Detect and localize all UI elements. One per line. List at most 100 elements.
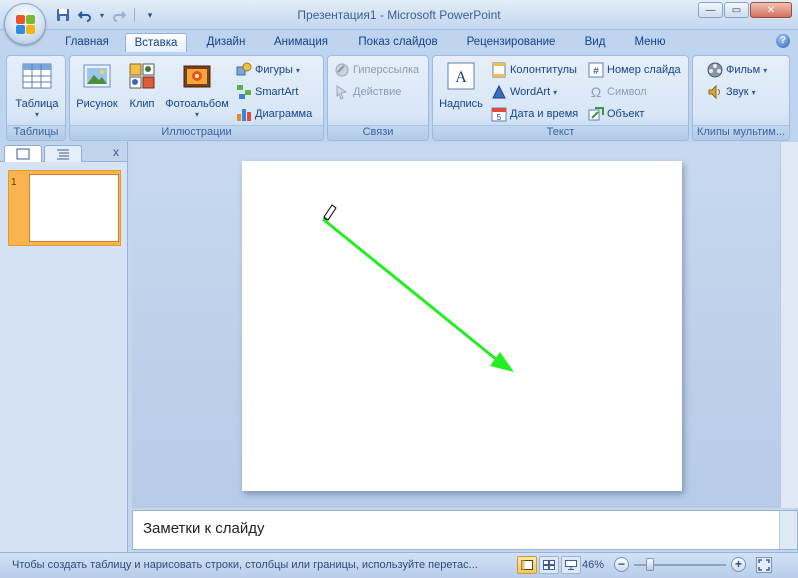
- close-panel-icon[interactable]: x: [113, 145, 119, 159]
- window-title: Презентация1 - Microsoft PowerPoint: [297, 8, 501, 22]
- clip-label: Клип: [129, 98, 155, 110]
- slide-number-icon: #: [588, 62, 604, 78]
- help-icon[interactable]: ?: [776, 34, 790, 48]
- zoom-in-button[interactable]: +: [731, 557, 746, 572]
- clipart-icon: [129, 63, 155, 89]
- slide-number-label: Номер слайда: [607, 64, 681, 76]
- slide-number-button[interactable]: # Номер слайда: [588, 61, 681, 79]
- zoom-slider-thumb[interactable]: [646, 558, 654, 571]
- wordart-button[interactable]: WordArt ▾: [491, 83, 557, 101]
- tab-menu[interactable]: Меню: [626, 33, 674, 52]
- datetime-button[interactable]: 5 Дата и время: [491, 105, 578, 123]
- view-buttons: [517, 556, 581, 574]
- fit-to-window-icon: [758, 559, 770, 571]
- photo-album-button[interactable]: Фотоальбом ▾: [162, 60, 232, 119]
- window-controls: — ▭ ✕: [698, 2, 792, 18]
- smartart-label: SmartArt: [255, 86, 299, 98]
- tab-insert[interactable]: Вставка: [125, 33, 187, 53]
- svg-text:5: 5: [497, 113, 502, 122]
- textbox-label: Надпись: [439, 98, 483, 110]
- chevron-down-icon: ▾: [34, 110, 39, 119]
- notes-scrollbar[interactable]: [779, 511, 797, 549]
- textbox-button[interactable]: A Надпись: [436, 60, 486, 110]
- action-button[interactable]: Действие: [334, 83, 401, 101]
- slide-drawing: [322, 204, 514, 372]
- group-links-label: Связи: [328, 125, 428, 140]
- slide-thumbnail-selected[interactable]: 1: [8, 170, 121, 246]
- drawn-arrow-head: [490, 352, 514, 372]
- status-bar: Чтобы создать таблицу и нарисовать строк…: [0, 552, 798, 578]
- slideshow-button[interactable]: [561, 556, 581, 574]
- status-text: Чтобы создать таблицу и нарисовать строк…: [12, 559, 478, 571]
- shapes-icon: [236, 62, 252, 76]
- tab-slides[interactable]: [4, 145, 42, 162]
- header-footer-label: Колонтитулы: [510, 64, 577, 76]
- speaker-icon: [708, 84, 720, 100]
- table-button[interactable]: Таблица ▾: [9, 60, 65, 119]
- chart-icon: [237, 109, 251, 121]
- normal-view-icon: [521, 560, 533, 570]
- object-icon: [588, 107, 604, 121]
- drawn-arrow-line[interactable]: [322, 218, 504, 366]
- ribbon-tabs: Главная Вставка Дизайн Анимация Показ сл…: [0, 30, 798, 53]
- datetime-label: Дата и время: [510, 108, 579, 120]
- notes-placeholder[interactable]: Заметки к слайду: [143, 520, 265, 537]
- vertical-scrollbar[interactable]: [780, 142, 798, 508]
- chart-button[interactable]: Диаграмма: [236, 105, 312, 123]
- group-tables-label: Таблицы: [7, 125, 65, 140]
- tab-slideshow[interactable]: Показ слайдов: [350, 33, 446, 52]
- picture-button[interactable]: Рисунок: [72, 60, 122, 110]
- photo-album-icon: [183, 65, 211, 88]
- hyperlink-button[interactable]: Гиперссылка: [334, 61, 419, 79]
- tab-animation[interactable]: Анимация: [265, 33, 337, 52]
- normal-view-button[interactable]: [517, 556, 537, 574]
- group-media-label: Клипы мультим...: [693, 125, 789, 140]
- svg-text:#: #: [593, 66, 599, 77]
- chevron-down-icon: ▾: [763, 65, 768, 75]
- zoom-percentage[interactable]: 46%: [582, 559, 604, 571]
- movie-button[interactable]: Фильм ▾: [707, 61, 767, 79]
- hyperlink-label: Гиперссылка: [353, 64, 420, 76]
- fit-to-window-button[interactable]: [756, 557, 772, 573]
- symbol-button[interactable]: Ω Символ: [588, 83, 647, 101]
- zoom-out-button[interactable]: −: [614, 557, 629, 572]
- picture-icon: [83, 64, 111, 88]
- slide-canvas[interactable]: [242, 161, 682, 491]
- tab-home[interactable]: Главная: [56, 33, 118, 52]
- tab-view[interactable]: Вид: [576, 33, 614, 52]
- tab-outline[interactable]: [44, 145, 82, 162]
- sound-button[interactable]: Звук ▾: [707, 83, 756, 101]
- svg-text:A: A: [455, 69, 467, 86]
- table-icon: [22, 63, 52, 89]
- calendar-icon: 5: [491, 107, 507, 122]
- chevron-down-icon: ▾: [295, 65, 300, 75]
- maximize-button[interactable]: ▭: [724, 2, 749, 18]
- slide-editing-area: [132, 142, 798, 508]
- slide-thumbnail-number: 1: [11, 177, 17, 188]
- omega-icon: Ω: [590, 84, 602, 100]
- photo-album-label: Фотоальбом: [165, 98, 229, 110]
- slide-sorter-button[interactable]: [539, 556, 559, 574]
- object-button[interactable]: Объект: [588, 105, 644, 123]
- tab-design[interactable]: Дизайн: [197, 33, 255, 52]
- shapes-button[interactable]: Фигуры ▾: [236, 61, 300, 79]
- chart-label: Диаграмма: [255, 108, 313, 120]
- action-label: Действие: [353, 86, 402, 98]
- slide-thumbnail[interactable]: [29, 174, 119, 242]
- header-footer-button[interactable]: Колонтитулы: [491, 61, 577, 79]
- office-button[interactable]: [4, 3, 46, 45]
- notes-pane[interactable]: Заметки к слайду: [132, 510, 798, 550]
- slides-panel: x 1: [0, 142, 128, 552]
- office-logo-icon: [16, 15, 36, 35]
- minimize-button[interactable]: —: [698, 2, 723, 18]
- smartart-button[interactable]: SmartArt: [236, 83, 298, 101]
- close-button[interactable]: ✕: [750, 2, 792, 18]
- film-icon: [707, 62, 723, 78]
- group-illustrations: Рисунок Клип Фотоальбом ▾ Фигуры ▾ Smart…: [69, 55, 324, 141]
- clip-button[interactable]: Клип: [124, 60, 160, 110]
- textbox-icon: A: [447, 62, 475, 90]
- chevron-down-icon: ▾: [553, 87, 558, 97]
- slides-icon: [16, 148, 30, 160]
- tab-review[interactable]: Рецензирование: [459, 33, 563, 52]
- group-tables: Таблица ▾ Таблицы: [6, 55, 66, 141]
